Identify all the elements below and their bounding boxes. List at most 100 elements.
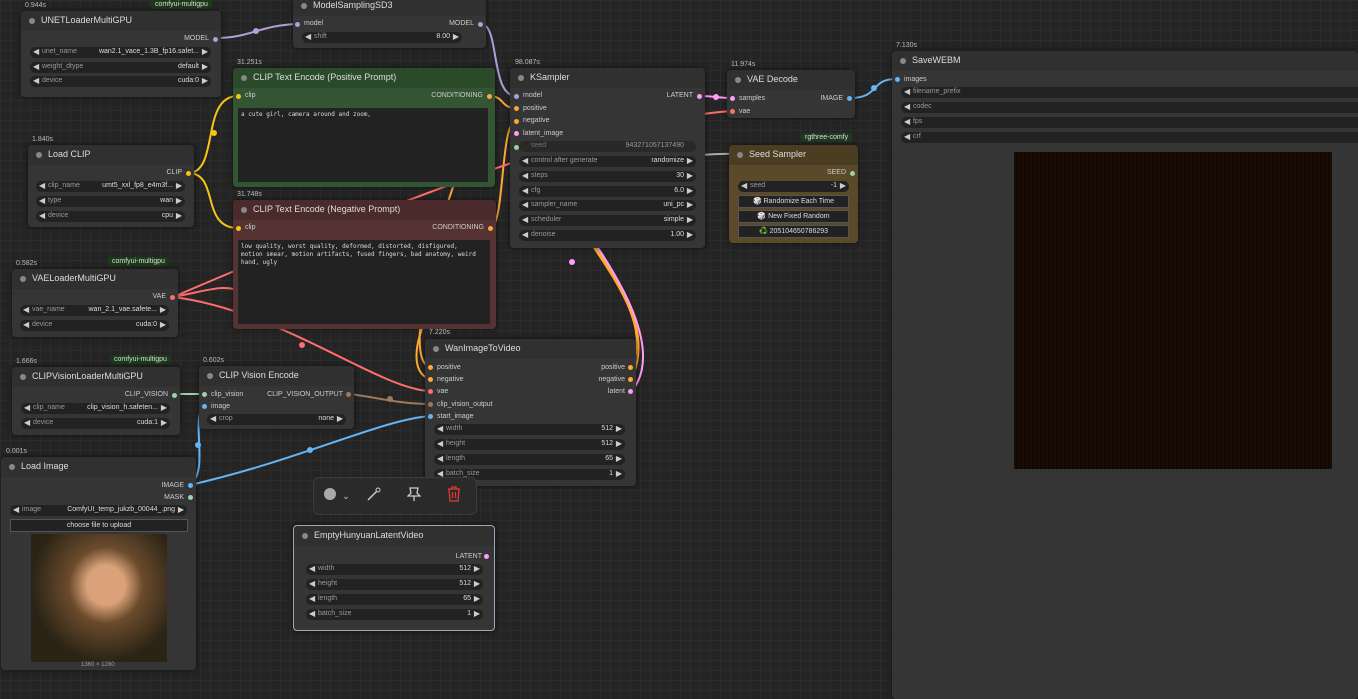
node-save-webm[interactable]: SaveWEBM images ◀ filename_prefix ◀ codec …	[892, 51, 1358, 699]
last-seed-button[interactable]: ♻️ 205104650786293	[738, 225, 849, 238]
output-socket-positive[interactable]	[628, 365, 633, 370]
widget-length[interactable]: ◀ length 65 ▶	[306, 594, 483, 605]
input-socket-negative[interactable]	[428, 377, 433, 382]
pin-icon[interactable]	[404, 486, 424, 506]
collapse-dot[interactable]	[301, 3, 307, 9]
input-socket-start-image[interactable]	[428, 414, 433, 419]
collapse-dot[interactable]	[737, 152, 743, 158]
node-clip-text-negative[interactable]: CLIP Text Encode (Negative Prompt) clip …	[233, 200, 496, 329]
node-vae-decode[interactable]: VAE Decode samples vae IMAGE	[727, 70, 855, 118]
input-socket-samples[interactable]	[730, 96, 735, 101]
widget-sampler-name[interactable]: ◀ sampler_name uni_pc ▶	[519, 200, 696, 211]
widget-type[interactable]: ◀ type wan ▶	[36, 196, 185, 207]
input-socket-latent-image[interactable]	[514, 131, 519, 136]
output-socket-vae[interactable]	[170, 295, 175, 300]
output-socket-conditioning[interactable]	[488, 226, 493, 231]
collapse-dot[interactable]	[241, 75, 247, 81]
input-socket-images[interactable]	[895, 77, 900, 82]
widget-unet-name[interactable]: ◀ unet_name wan2.1_vace_1.3B_fp16.safet...…	[30, 47, 211, 58]
output-socket-conditioning[interactable]	[487, 94, 492, 99]
collapse-dot[interactable]	[735, 77, 741, 83]
input-socket-image[interactable]	[202, 404, 207, 409]
collapse-dot[interactable]	[36, 152, 42, 158]
widget-height[interactable]: ◀ height 512 ▶	[434, 439, 625, 450]
node-model-sampling-sd3[interactable]: ModelSamplingSD3 model MODEL ◀ shift 8.00 ▶	[293, 0, 486, 48]
widget-crf[interactable]: ◀ crf	[901, 132, 1358, 143]
output-socket-negative[interactable]	[628, 377, 633, 382]
widget-device[interactable]: ◀ device cuda:0 ▶	[30, 76, 211, 87]
collapse-dot[interactable]	[29, 18, 35, 24]
collapse-dot[interactable]	[20, 374, 26, 380]
output-socket-latent[interactable]	[697, 94, 702, 99]
input-socket-clip[interactable]	[236, 94, 241, 99]
output-socket-seed[interactable]	[850, 171, 855, 176]
widget-filename-prefix[interactable]: ◀ filename_prefix	[901, 87, 1358, 98]
widget-denoise[interactable]: ◀ denoise 1.00 ▶	[519, 230, 696, 241]
input-socket-positive[interactable]	[428, 365, 433, 370]
randomize-each-time-button[interactable]: 🎲 Randomize Each Time	[738, 195, 849, 208]
output-socket-latent[interactable]	[484, 554, 489, 559]
widget-codec[interactable]: ◀ codec	[901, 102, 1358, 113]
widget-image[interactable]: ◀ image ComfyUI_temp_jukzb_00044_.png ▶	[10, 505, 187, 516]
collapse-dot[interactable]	[207, 373, 213, 379]
input-socket-positive[interactable]	[514, 106, 519, 111]
output-socket-image[interactable]	[188, 483, 193, 488]
output-socket-model[interactable]	[213, 37, 218, 42]
collapse-dot[interactable]	[302, 533, 308, 539]
widget-control-after-generate[interactable]: ◀ control after generate randomize ▶	[519, 156, 696, 167]
node-seed-sampler[interactable]: Seed Sampler SEED ◀ seed -1 ▶ 🎲 Randomize E…	[729, 145, 858, 243]
output-socket-clip-vision[interactable]	[172, 393, 177, 398]
node-unet-loader[interactable]: UNETLoaderMultiGPU MODEL ◀ unet_name wan2.…	[21, 11, 221, 97]
widget-weight-dtype[interactable]: ◀ weight_dtype default ▶	[30, 62, 211, 73]
widget-device[interactable]: ◀ device cpu ▶	[36, 211, 185, 222]
widget-device[interactable]: ◀ device cuda:0 ▶	[20, 320, 169, 331]
node-wan-image-to-video[interactable]: WanImageToVideo positive negative vae cl…	[425, 339, 636, 486]
output-socket-image[interactable]	[847, 96, 852, 101]
collapse-dot[interactable]	[9, 464, 15, 470]
input-socket-clip[interactable]	[236, 226, 241, 231]
prompt-textarea[interactable]: low quality, worst quality, deformed, di…	[238, 240, 490, 324]
input-socket-model[interactable]	[295, 22, 300, 27]
widget-cfg[interactable]: ◀ cfg 6.0 ▶	[519, 186, 696, 197]
widget-width[interactable]: ◀ width 512 ▶	[434, 424, 625, 435]
widget-batch-size[interactable]: ◀ batch_size 1 ▶	[306, 609, 483, 620]
collapse-dot[interactable]	[518, 75, 524, 81]
widget-fps[interactable]: ◀ fps	[901, 117, 1358, 128]
node-clip-vision-encode[interactable]: CLIP Vision Encode clip_vision image CLI…	[199, 366, 354, 429]
delete-trash-icon[interactable]	[444, 486, 464, 506]
collapse-dot[interactable]	[241, 207, 247, 213]
node-load-clip[interactable]: Load CLIP CLIP ◀ clip_name umt5_xxl_fp8_e4…	[28, 145, 194, 227]
input-socket-negative[interactable]	[514, 119, 519, 124]
widget-length[interactable]: ◀ length 65 ▶	[434, 454, 625, 465]
widget-seed[interactable]: ◀ seed -1 ▶	[738, 181, 849, 192]
input-socket-vae[interactable]	[428, 389, 433, 394]
output-socket-model[interactable]	[478, 22, 483, 27]
node-vae-loader[interactable]: VAELoaderMultiGPU VAE ◀ vae_name wan_2.1_v…	[12, 269, 178, 337]
node-ksampler[interactable]: KSampler LATENT model positive negative …	[510, 68, 705, 248]
node-load-image[interactable]: Load Image IMAGE MASK ◀ image ComfyUI_temp…	[1, 457, 196, 670]
widget-shift[interactable]: ◀ shift 8.00 ▶	[302, 32, 462, 43]
choose-file-button[interactable]: choose file to upload	[10, 519, 188, 532]
input-socket-model[interactable]	[514, 94, 519, 99]
widget-clip-name[interactable]: ◀ clip_name clip_vision_h.safeten... ▶	[21, 403, 170, 414]
output-socket-latent[interactable]	[628, 389, 633, 394]
widget-steps[interactable]: ◀ steps 30 ▶	[519, 171, 696, 182]
node-clip-text-positive[interactable]: CLIP Text Encode (Positive Prompt) clip …	[233, 68, 495, 187]
chevron-down-icon[interactable]: ⌄	[336, 486, 356, 506]
widget-crop[interactable]: ◀ crop none ▶	[207, 414, 346, 425]
widget-clip-name[interactable]: ◀ clip_name umt5_xxl_fp8_e4m3f... ▶	[36, 181, 185, 192]
node-clip-vision-loader[interactable]: CLIPVisionLoaderMultiGPU CLIP_VISION ◀ cl…	[12, 367, 180, 435]
collapse-dot[interactable]	[433, 346, 439, 352]
input-socket-clip-vision[interactable]	[202, 392, 207, 397]
widget-width[interactable]: ◀ width 512 ▶	[306, 564, 483, 575]
node-empty-hunyuan-latent-video[interactable]: EmptyHunyuanLatentVideo LATENT ◀ width 512…	[293, 525, 495, 631]
prompt-textarea[interactable]: a cute girl, camera around and zoom,	[238, 108, 488, 182]
input-socket-clip-vision-output[interactable]	[428, 402, 433, 407]
widget-height[interactable]: ◀ height 512 ▶	[306, 579, 483, 590]
widget-vae-name[interactable]: ◀ vae_name wan_2.1_vae.safete... ▶	[20, 305, 169, 316]
new-fixed-random-button[interactable]: 🎲 New Fixed Random	[738, 210, 849, 223]
output-socket-mask[interactable]	[188, 495, 193, 500]
collapse-dot[interactable]	[900, 58, 906, 64]
collapse-dot[interactable]	[20, 276, 26, 282]
bypass-wand-icon[interactable]	[364, 486, 384, 506]
